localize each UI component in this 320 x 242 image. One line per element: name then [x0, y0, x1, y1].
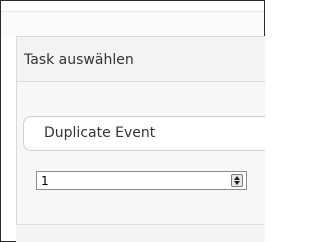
top-strip: [1, 1, 264, 11]
window-frame: Task auswählen Duplicate Event: [0, 0, 265, 242]
footer-strip: [16, 224, 264, 242]
panel-body: [17, 82, 265, 225]
count-spinner[interactable]: [36, 171, 247, 190]
count-input[interactable]: [37, 172, 225, 189]
chevron-up-icon[interactable]: [234, 176, 240, 180]
panel-header: Task auswählen: [17, 37, 265, 82]
task-select[interactable]: Duplicate Event: [23, 116, 265, 151]
task-select-value: Duplicate Event: [44, 125, 156, 141]
spinner-buttons[interactable]: [231, 174, 243, 187]
chevron-down-icon[interactable]: [234, 181, 240, 185]
panel-title: Task auswählen: [24, 52, 134, 68]
header-band: [1, 11, 264, 37]
